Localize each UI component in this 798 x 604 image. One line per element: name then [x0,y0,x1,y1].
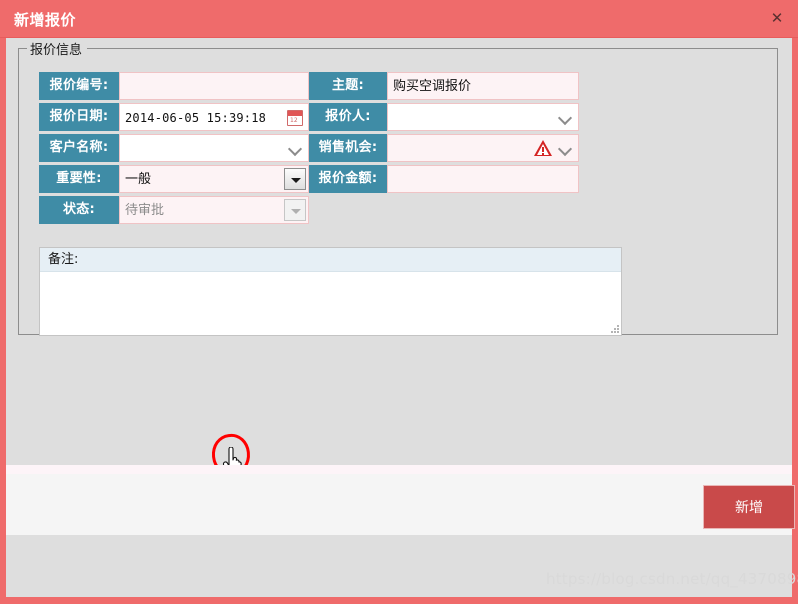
dropdown-arrow-icon[interactable] [284,168,306,190]
label-quote-date: 报价日期: [39,103,119,131]
watermark-text: https://blog.csdn.net/qq_43708988 [546,570,798,588]
dialog-title: 新增报价 [14,11,77,29]
remark-panel: 备注: [39,247,622,336]
quote-info-fieldset: 报价信息 报价编号: 主题: 购买空调报价 报价日期: 2014-06-05 1… [18,39,778,336]
form-row: 报价日期: 2014-06-05 15:39:18 报价人: [39,103,579,133]
field-status: 待审批 [119,196,309,224]
close-icon[interactable]: ✕ [768,9,786,27]
form-row: 报价编号: 主题: 购买空调报价 [39,72,579,102]
label-quote-amount: 报价金额: [309,165,387,193]
remark-textarea[interactable] [40,272,621,335]
form-row: 客户名称: 销售机会: [39,134,579,164]
form-row: 重要性: 一般 报价金额: [39,165,579,195]
label-customer-name: 客户名称: [39,134,119,162]
fieldset-legend: 报价信息 [27,39,88,58]
field-quote-date[interactable]: 2014-06-05 15:39:18 [119,103,309,131]
chevron-down-icon[interactable] [559,143,572,156]
field-quote-number[interactable] [119,72,309,100]
field-importance-value: 一般 [125,172,152,187]
quote-form: 报价编号: 主题: 购买空调报价 报价日期: 2014-06-05 15:39:… [39,72,579,227]
label-quoter: 报价人: [309,103,387,131]
field-quoter[interactable] [387,103,579,131]
dialog-footer: 新增 [6,465,795,535]
chevron-down-icon[interactable] [289,143,302,156]
field-status-value: 待审批 [125,203,165,218]
resize-grip-icon[interactable] [610,324,619,333]
dropdown-arrow-icon-disabled [284,199,306,221]
remark-header: 备注: [40,248,621,272]
field-sales-opportunity[interactable] [387,134,579,162]
form-row: 状态: 待审批 [39,196,579,226]
label-quote-number: 报价编号: [39,72,119,100]
footer-separator [6,465,792,474]
label-importance: 重要性: [39,165,119,193]
chevron-down-icon[interactable] [559,112,572,125]
field-subject-value: 购买空调报价 [393,79,472,94]
label-status: 状态: [39,196,119,224]
field-importance[interactable]: 一般 [119,165,309,193]
dialog-body: 报价信息 报价编号: 主题: 购买空调报价 报价日期: 2014-06-05 1… [6,38,795,535]
new-quote-dialog: 新增报价 ✕ 报价信息 报价编号: 主题: 购买空调报价 报价日期: 2014-… [0,0,798,604]
submit-button[interactable]: 新增 [703,485,795,529]
warning-triangle-icon [534,140,552,157]
field-quote-date-value: 2014-06-05 15:39:18 [125,111,267,125]
field-customer-name[interactable] [119,134,309,162]
calendar-icon[interactable] [287,110,303,126]
remark-label: 备注: [48,252,79,267]
field-quote-amount[interactable] [387,165,579,193]
label-subject: 主题: [309,72,387,100]
label-sales-opportunity: 销售机会: [309,134,387,162]
dialog-titlebar: 新增报价 ✕ [0,0,798,38]
field-subject[interactable]: 购买空调报价 [387,72,579,100]
